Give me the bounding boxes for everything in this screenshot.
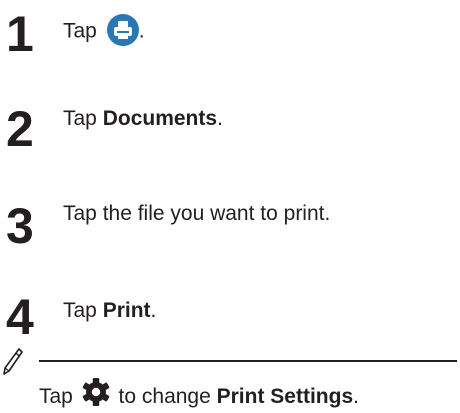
step-2-bold: Documents <box>102 107 218 130</box>
step-4-prefix: Tap <box>63 299 103 322</box>
step-2-suffix: . <box>217 107 223 130</box>
step-3-number: 3 <box>6 198 34 254</box>
step-1-text: Tap . <box>63 14 145 48</box>
step-1-number: 1 <box>6 6 34 62</box>
note-suffix: . <box>353 385 359 409</box>
step-3-text: Tap the file you want to print. <box>63 202 331 225</box>
step-2-prefix: Tap <box>63 107 103 130</box>
step-2-text: Tap Documents. <box>63 106 223 132</box>
note-bold: Print Settings <box>216 385 354 409</box>
gear-settings-icon[interactable] <box>81 377 111 413</box>
step-4-suffix: . <box>150 299 157 322</box>
step-4-bold: Print <box>102 299 151 322</box>
step-1-suffix: . <box>138 19 145 43</box>
pencil-note-icon <box>2 347 24 382</box>
step-4-number: 4 <box>6 289 34 345</box>
step-4-text: Tap Print. <box>63 298 156 324</box>
printer-button-icon[interactable] <box>106 14 139 46</box>
note-text: Tap to change Print Settings. <box>39 377 359 413</box>
note-middle: to change <box>112 385 217 409</box>
step-2-number: 2 <box>6 101 34 157</box>
note-prefix: Tap <box>39 385 73 409</box>
step-1-prefix: Tap <box>63 19 97 43</box>
note-divider <box>39 360 457 362</box>
